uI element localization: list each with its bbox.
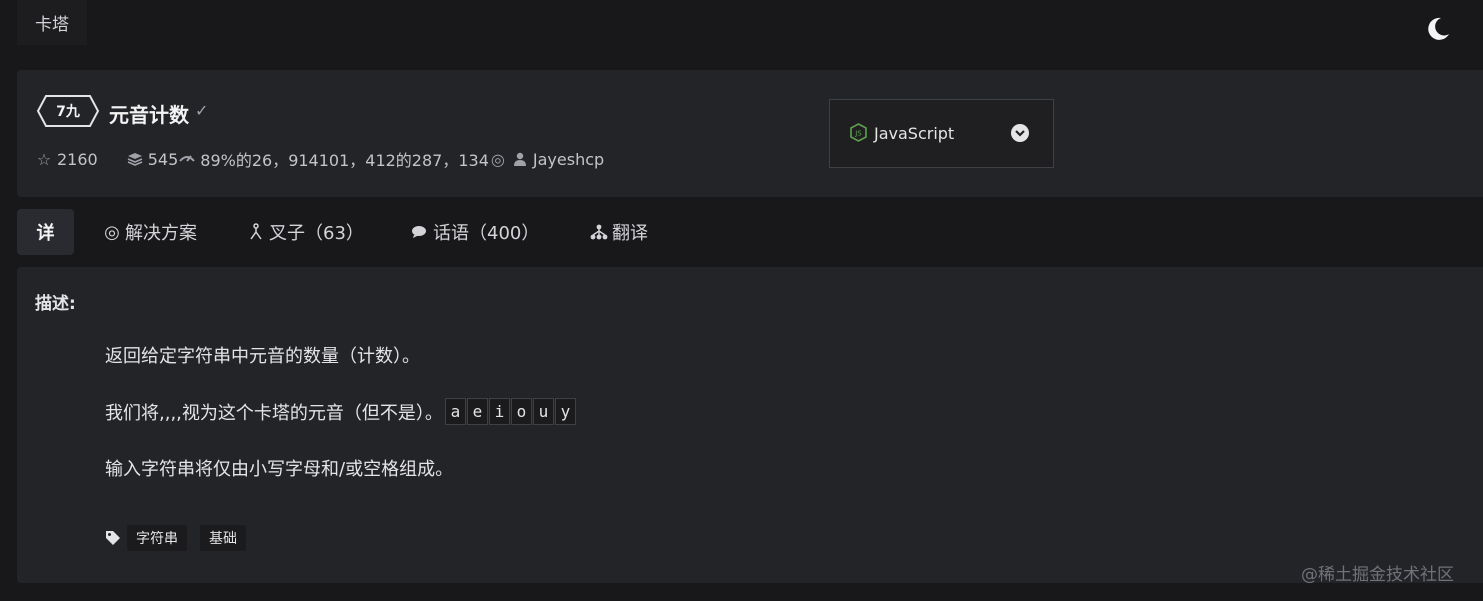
language-select[interactable]: JS JavaScript <box>829 99 1054 168</box>
tab-details[interactable]: 详 <box>17 209 74 255</box>
tab-label: 话语（400） <box>433 223 540 244</box>
kata-title: 元音计数 <box>109 103 189 127</box>
stars-count: 2160 <box>57 149 98 169</box>
tag-string[interactable]: 字符串 <box>127 525 187 551</box>
tab-translations[interactable]: 翻译 <box>590 209 648 255</box>
tag-icon <box>106 531 120 545</box>
tab-solutions[interactable]: ◎ 解决方案 <box>103 209 197 255</box>
description-line-2: 我们将,,,,视为这个卡塔的元音（但不是）。 a e i o u y <box>105 398 577 425</box>
top-bar: 卡塔 <box>0 0 1483 68</box>
description-panel: 描述: 返回给定字符串中元音的数量（计数）。 我们将,,,,视为这个卡塔的元音（… <box>17 267 1483 583</box>
vowel-code: o <box>510 398 532 425</box>
language-label: JavaScript <box>874 124 955 143</box>
kata-header: 7九 元音计数 ✓ ☆ 2160 545 89%的26，914101，412的2… <box>17 70 1483 197</box>
brand-logo[interactable]: 卡塔 <box>17 0 87 45</box>
sitemap-icon <box>590 223 608 241</box>
check-icon: ✓ <box>195 101 209 120</box>
user-icon <box>511 150 529 168</box>
tab-forks[interactable]: 叉子（63） <box>247 209 364 255</box>
completed-count: 545 <box>147 149 179 169</box>
rank-label: 7九 <box>56 104 80 120</box>
description-line-2-text: 我们将,,,,视为这个卡塔的元音（但不是）。 <box>105 402 443 424</box>
description-line-3: 输入字符串将仅由小写字母和/或空格组成。 <box>105 459 454 480</box>
target-icon: ◎ <box>104 221 120 243</box>
fork-icon <box>247 223 265 241</box>
tab-discourse[interactable]: 话语（400） <box>411 209 539 255</box>
watermark: @稀土掘金技术社区 <box>1301 565 1454 585</box>
layers-icon <box>126 150 144 168</box>
target-icon: ◎ <box>490 149 505 169</box>
approval-icon <box>178 150 196 168</box>
vowel-code: a <box>444 398 466 425</box>
tab-label: 翻译 <box>612 223 648 244</box>
kata-tabs: 详 ◎ 解决方案 叉子（63） 话语（400） 翻译 <box>17 209 1483 255</box>
vowel-list: a e i o u y <box>444 398 577 425</box>
tag-fundamentals[interactable]: 基础 <box>200 525 246 551</box>
tag-list: 字符串 基础 <box>105 525 259 551</box>
satisfaction-stats: 89%的26，914101，412的287，134 <box>200 151 489 170</box>
star-icon[interactable]: ☆ <box>35 150 53 169</box>
kata-stats: ☆ 2160 545 89%的26，914101，412的287，134 ◎ J… <box>35 148 604 171</box>
vowel-code: u <box>532 398 554 425</box>
rank-badge: 7九 <box>37 95 99 127</box>
vowel-code: y <box>554 398 576 425</box>
tab-label: 解决方案 <box>125 223 197 244</box>
moon-icon[interactable] <box>1424 15 1452 43</box>
description-heading: 描述: <box>35 294 76 314</box>
author-link[interactable]: Jayeshcp <box>533 150 604 169</box>
description-line-1: 返回给定字符串中元音的数量（计数）。 <box>105 346 420 367</box>
tab-label: 叉子（63） <box>269 223 364 244</box>
svg-text:JS: JS <box>854 130 862 138</box>
nodejs-icon: JS <box>850 123 867 142</box>
vowel-code: e <box>466 398 488 425</box>
comments-icon <box>411 223 429 241</box>
tab-label: 详 <box>36 223 55 244</box>
chevron-down-icon <box>1011 124 1029 142</box>
vowel-code: i <box>488 398 510 425</box>
